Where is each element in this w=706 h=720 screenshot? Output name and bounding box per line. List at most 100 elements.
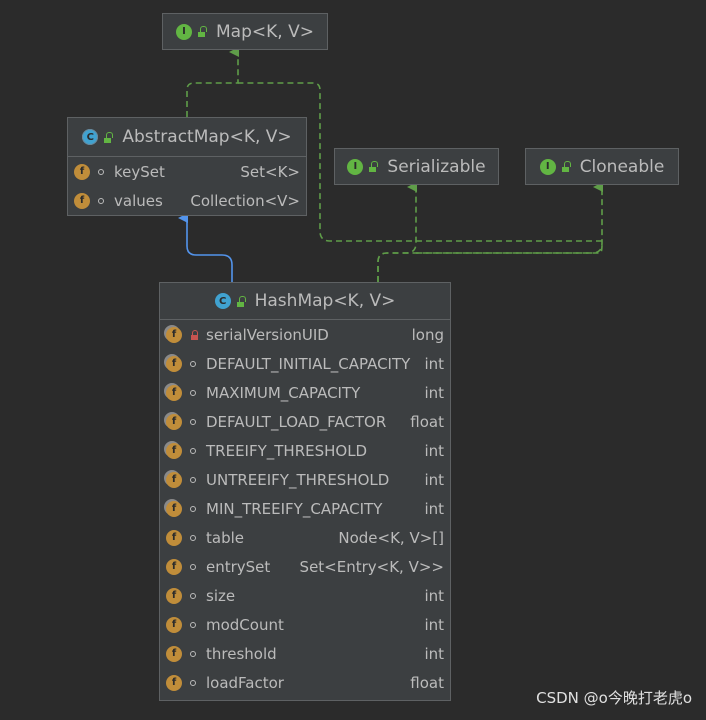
package-visibility-icon (190, 679, 206, 686)
dot-icon (190, 418, 196, 425)
static-field-icon: f (166, 471, 182, 488)
package-visibility-icon (190, 418, 206, 425)
field-type: int (424, 470, 444, 489)
field-type: Node<K, V>[] (338, 528, 444, 547)
field-type: int (424, 354, 444, 373)
field-type: long (411, 325, 444, 344)
field-row[interactable]: f MIN_TREEIFY_CAPACITY int (160, 494, 450, 523)
abstractmap-field-list: f keySet Set<K> f values Collection<V> (68, 157, 306, 215)
field-icon: f (166, 529, 182, 546)
package-visibility-icon (190, 505, 206, 512)
map-interface-title: Map<K, V> (216, 21, 314, 42)
static-field-icon: f (166, 384, 182, 401)
field-name: threshold (206, 644, 277, 663)
field-name: values (114, 191, 163, 210)
hashmap-class-node[interactable]: C HashMap<K, V> f serialVersionUID long f DE… (159, 282, 451, 701)
dot-icon (190, 534, 196, 541)
package-visibility-icon (98, 197, 114, 204)
class-icon: C (214, 293, 231, 309)
package-visibility-icon (98, 168, 114, 175)
dot-icon (190, 505, 196, 512)
field-row[interactable]: f size int (160, 581, 450, 610)
watermark: CSDN @o今晚打老虎o (536, 689, 692, 707)
dot-icon (190, 621, 196, 628)
dot-icon (190, 476, 196, 483)
field-row[interactable]: f values Collection<V> (68, 186, 306, 215)
serializable-interface-node[interactable]: I Serializable (334, 148, 499, 185)
field-row[interactable]: f threshold int (160, 639, 450, 668)
public-lock-icon (197, 26, 208, 37)
field-name: UNTREEIFY_THRESHOLD (206, 470, 390, 489)
interface-icon: I (539, 158, 556, 175)
hashmap-header: C HashMap<K, V> (160, 283, 450, 320)
field-row[interactable]: f MAXIMUM_CAPACITY int (160, 378, 450, 407)
field-icon: f (166, 558, 182, 575)
field-type: float (410, 412, 444, 431)
package-visibility-icon (190, 360, 206, 367)
field-name: MAXIMUM_CAPACITY (206, 383, 361, 402)
map-interface-header: I Map<K, V> (163, 14, 327, 49)
dot-icon (190, 650, 196, 657)
dot-icon (190, 563, 196, 570)
interface-icon: I (347, 158, 364, 175)
field-row[interactable]: f DEFAULT_LOAD_FACTOR float (160, 407, 450, 436)
field-name: DEFAULT_LOAD_FACTOR (206, 412, 387, 431)
field-name: modCount (206, 615, 284, 634)
abstract-class-icon: C (82, 129, 99, 145)
field-row[interactable]: f modCount int (160, 610, 450, 639)
dot-icon (98, 197, 104, 204)
field-row[interactable]: f TREEIFY_THRESHOLD int (160, 436, 450, 465)
field-type: int (424, 383, 444, 402)
field-type: int (424, 441, 444, 460)
package-visibility-icon (190, 563, 206, 570)
field-name: loadFactor (206, 673, 284, 692)
field-row[interactable]: f serialVersionUID long (160, 320, 450, 349)
field-name: entrySet (206, 557, 271, 576)
package-visibility-icon (190, 621, 206, 628)
dot-icon (190, 447, 196, 454)
static-field-icon: f (166, 326, 182, 343)
edge-hashmap-extends-abstractmap (178, 213, 233, 282)
field-type: Collection<V> (190, 191, 300, 210)
field-row[interactable]: f UNTREEIFY_THRESHOLD int (160, 465, 450, 494)
map-interface-node[interactable]: I Map<K, V> (162, 13, 328, 50)
cloneable-header: I Cloneable (526, 149, 678, 184)
field-row[interactable]: f table Node<K, V>[] (160, 523, 450, 552)
dot-icon (190, 679, 196, 686)
serializable-title: Serializable (387, 156, 486, 177)
field-type: Set<K> (240, 162, 300, 181)
field-icon: f (74, 163, 90, 180)
field-row[interactable]: f DEFAULT_INITIAL_CAPACITY int (160, 349, 450, 378)
public-lock-icon (561, 161, 571, 172)
static-field-icon: f (166, 500, 182, 517)
static-field-icon: f (166, 355, 182, 372)
field-name: keySet (114, 162, 165, 181)
field-row[interactable]: f keySet Set<K> (68, 157, 306, 186)
field-icon: f (74, 192, 90, 209)
package-visibility-icon (190, 534, 206, 541)
edge-abstractmap-implements-map (186, 47, 239, 117)
field-name: serialVersionUID (206, 325, 329, 344)
serializable-header: I Serializable (335, 149, 498, 184)
field-row[interactable]: f entrySet Set<Entry<K, V>> (160, 552, 450, 581)
field-name: MIN_TREEIFY_CAPACITY (206, 499, 383, 518)
field-type: int (424, 586, 444, 605)
field-icon: f (166, 616, 182, 633)
field-icon: f (166, 674, 182, 691)
abstractmap-class-node[interactable]: C AbstractMap<K, V> f keySet Set<K> f values… (67, 117, 307, 216)
hashmap-title: HashMap<K, V> (254, 291, 396, 311)
edge-hashmap-implements-cloneable (416, 182, 603, 254)
field-type: float (410, 673, 444, 692)
dot-icon (190, 389, 196, 396)
field-row[interactable]: f loadFactor float (160, 668, 450, 697)
package-visibility-icon (190, 592, 206, 599)
hashmap-field-list: f serialVersionUID long f DEFAULT_INITIAL_CA… (160, 320, 450, 697)
field-icon: f (166, 645, 182, 662)
field-name: size (206, 586, 236, 605)
dot-icon (190, 360, 196, 367)
package-visibility-icon (190, 389, 206, 396)
cloneable-interface-node[interactable]: I Cloneable (525, 148, 679, 185)
package-visibility-icon (190, 447, 206, 454)
edge-hashmap-implements-serializable (377, 182, 417, 282)
field-type: Set<Entry<K, V>> (299, 557, 444, 576)
